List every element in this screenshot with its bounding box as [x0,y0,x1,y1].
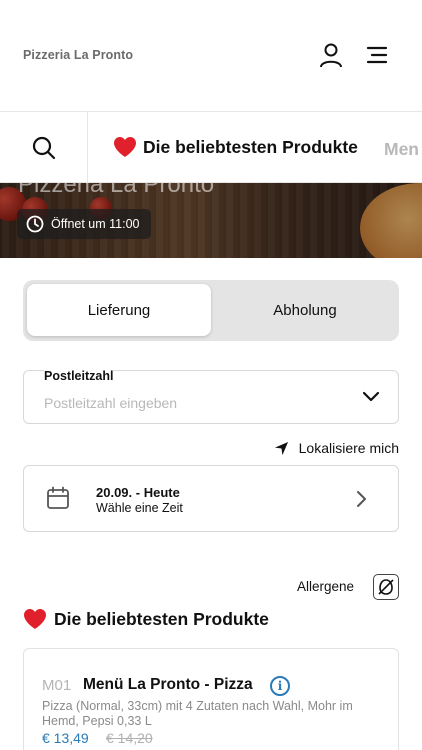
postcode-input[interactable] [44,393,344,413]
selected-date: 20.09. - Heute [96,485,180,500]
product-price: € 13,49 [42,730,89,746]
date-time-selector[interactable]: 20.09. - Heute Wähle eine Zeit [23,465,399,532]
category-tab-label: Die beliebtesten Produkte [143,136,358,157]
search-icon[interactable] [0,112,88,182]
chevron-right-icon [357,491,366,507]
opening-badge: Öffnet um 11:00 [17,209,152,239]
heart-icon [114,137,136,157]
product-description: Pizza (Normal, 33cm) mit 4 Zutaten nach … [42,699,353,728]
locate-me-label: Lokalisiere mich [298,440,399,456]
app-header: Pizzeria La Pronto [0,0,422,112]
allergens-row: Allergene [0,573,422,601]
product-old-price: € 14,20 [106,730,153,746]
chevron-down-icon[interactable] [362,391,380,403]
brand-name[interactable]: Pizzeria La Pronto [23,48,133,62]
pickup-button[interactable]: Abholung [213,284,397,336]
calendar-icon [47,486,69,509]
hero-title: Pizzeria La Pronto [18,183,215,198]
allergen-icon [378,579,394,595]
delivery-mode-toggle: Lieferung Abholung [23,280,399,341]
location-arrow-icon [274,441,288,455]
locate-me-button[interactable]: Lokalisiere mich [274,440,399,456]
allergens-button[interactable] [373,574,399,600]
user-icon[interactable] [316,40,346,70]
heart-icon [24,609,46,629]
opening-text: Öffnet um 11:00 [51,217,140,231]
product-code: M01 [42,677,72,694]
product-name: Menü La Pronto - Pizza [83,676,253,693]
info-icon[interactable]: i [270,676,290,696]
hero-banner: Pizzeria La Pronto Öffnet um 11:00 [0,183,422,258]
category-tab-menu[interactable]: Men [384,139,419,160]
allergens-label: Allergene [296,579,354,594]
menu-icon[interactable] [362,40,392,70]
section-heading: Die beliebtesten Produkte [23,608,269,630]
clock-icon [26,215,44,233]
choose-time-hint: Wähle eine Zeit [96,501,183,515]
delivery-button[interactable]: Lieferung [27,284,211,336]
section-title: Die beliebtesten Produkte [54,608,269,629]
category-bar: Die beliebtesten Produkte Men [0,112,422,183]
postcode-label: Postleitzahl [44,369,114,383]
postcode-field[interactable]: Postleitzahl [23,369,399,424]
product-card[interactable]: M01 Menü La Pronto - Pizza i Pizza (Norm… [23,648,399,750]
category-tab-popular[interactable]: Die beliebtesten Produkte [113,136,358,158]
